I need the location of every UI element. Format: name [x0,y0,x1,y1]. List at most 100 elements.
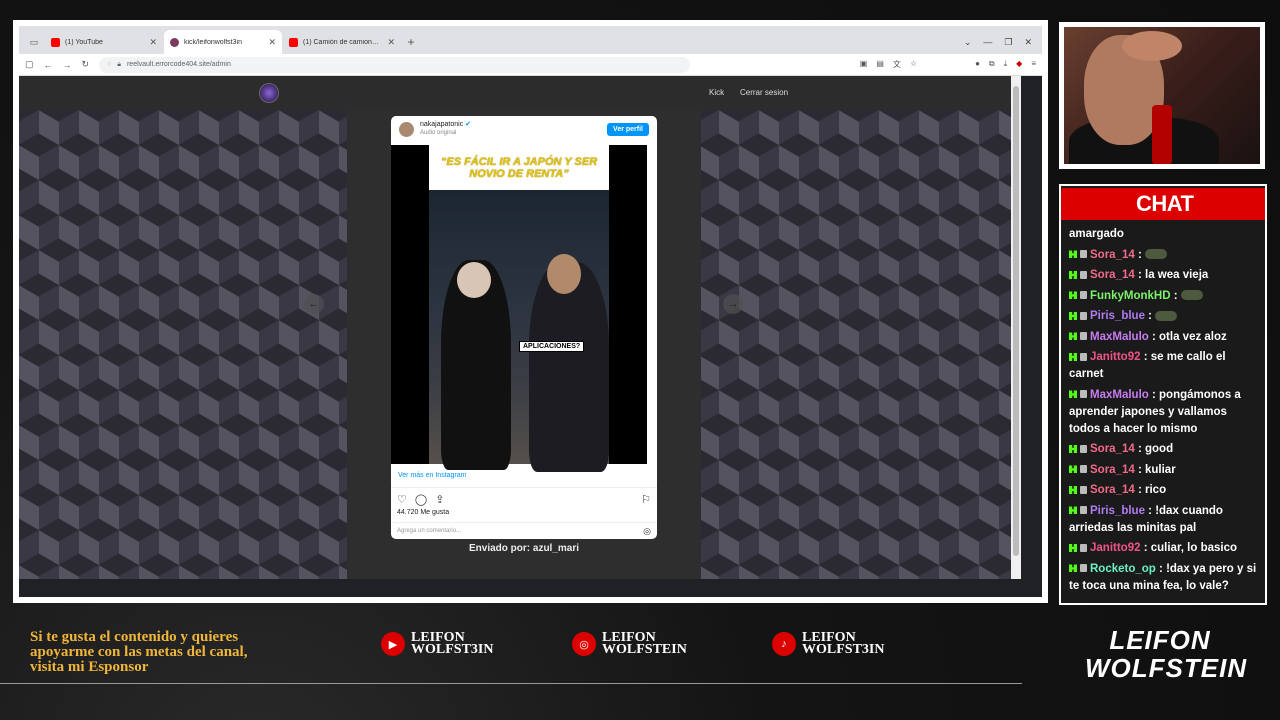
chat-username[interactable]: Janitto92 [1090,351,1141,363]
address-bar[interactable]: ◌ 🔒︎ reelvault.errorcode404.site/admin [99,56,690,73]
person-right-head [547,254,581,294]
social-name: WOLFST3IN [411,642,494,657]
chat-message: MaxMalulo : otla vez aloz [1069,329,1261,346]
chat-text: la wea vieja [1145,269,1209,281]
maximize-icon[interactable]: ❐ [1004,37,1012,48]
view-profile-button[interactable]: Ver perfil [607,122,649,136]
audio-label[interactable]: Audio original [420,129,471,137]
sub-badge-icon [1080,390,1087,399]
chat-username[interactable]: Piris_blue [1090,505,1145,517]
menu-icon[interactable]: ≡ [1031,59,1036,70]
username[interactable]: nakajapatonic [420,121,463,128]
download-icon[interactable]: ⤓ [1004,59,1008,70]
video-caption: “ES FÁCIL IR A JAPÓN Y SER NOVIO DE RENT… [429,145,609,190]
chevron-down-icon[interactable]: ⌄ [964,37,972,48]
social-name: WOLFST3IN [802,642,885,657]
browser-window: ▭ (1) YouTube ✕ kick/leifonwolfst3in ✕ (… [19,26,1042,597]
chat-panel: CHAT amargado Sora_14 : Sora_14 : la wea … [1059,184,1267,605]
instagram-embed: nakajapatonic ✔ Audio original Ver perfi… [391,116,657,539]
sub-badge-icon [1080,311,1087,320]
tab-youtube[interactable]: (1) YouTube ✕ [45,30,163,54]
profile-icon[interactable]: ● [975,59,980,70]
sub-badge-icon [1080,465,1087,474]
promo-line: Si te gusta el contenido y quieres [30,629,239,645]
sidebar-toggle-icon[interactable]: ▢ [25,59,34,70]
next-arrow-icon[interactable]: → [723,294,743,314]
chat-username[interactable]: FunkyMonkHD [1090,290,1171,302]
chat-username[interactable]: Piris_blue [1090,310,1145,322]
chat-username[interactable]: Janitto92 [1090,542,1141,554]
webcam-feed [1064,27,1260,164]
page-scrollbar[interactable] [1011,76,1021,579]
tiktok-icon: ♪ [772,632,796,656]
chat-username[interactable]: Sora_14 [1090,443,1135,455]
screenshot-icon[interactable]: ▤ [876,59,884,70]
minimize-icon[interactable]: — [983,37,992,47]
nav-link-logout[interactable]: Cerrar sesion [740,88,788,97]
sub-badge-icon [1080,506,1087,515]
site-logo[interactable] [259,83,279,103]
cast-icon[interactable]: ▣ [860,59,868,70]
chat-username[interactable]: MaxMalulo [1090,331,1149,343]
bookmark-icon[interactable]: ⚐ [641,493,651,506]
instagram-icon[interactable]: ◎ [643,526,651,537]
kick-badge-icon [1069,390,1077,399]
reel-video[interactable]: “ES FÁCIL IR A JAPÓN Y SER NOVIO DE RENT… [391,145,647,472]
chat-username[interactable]: Sora_14 [1090,464,1135,476]
previous-arrow-icon[interactable]: ← [304,294,324,314]
chat-text: good [1145,443,1174,455]
emote-icon [1145,249,1167,260]
star-icon[interactable]: ☆ [910,59,917,70]
tab-actions-icon[interactable]: ▭ [23,30,45,54]
chat-message: Piris_blue : [1069,308,1261,325]
chat-header: CHAT [1061,188,1265,220]
lock-icon: 🔒︎ [117,60,121,68]
social-name: WOLFSTEIN [602,642,687,657]
forward-icon[interactable]: → [63,60,72,70]
tab-label: kick/leifonwolfst3in [184,38,242,46]
close-tab-icon[interactable]: ✕ [387,37,395,48]
web-page: Kick Cerrar sesion nakajapatonic ✔ Audio… [19,76,1021,579]
close-icon[interactable]: ✕ [1024,37,1032,48]
chat-username[interactable]: Sora_14 [1090,249,1135,261]
share-icon[interactable]: ⇪ [435,493,444,506]
video-subtitle: APLICACIONES? [519,341,585,352]
heart-icon[interactable]: ♡ [397,493,407,506]
back-icon[interactable]: ← [44,60,53,70]
kick-badge-icon [1069,543,1077,552]
instagram-user: nakajapatonic ✔ Audio original [420,121,471,137]
adblock-icon[interactable]: ◆ [1016,59,1022,70]
comment-icon[interactable]: ◯ [415,493,427,506]
chat-message: FunkyMonkHD : [1069,288,1261,305]
new-tab-icon[interactable]: + [402,30,420,54]
chat-messages: amargado Sora_14 : Sora_14 : la wea vieja… [1069,226,1261,598]
chat-message: Sora_14 : rico [1069,482,1261,499]
comment-input[interactable]: Agrega un comentario... ◎ [391,522,657,539]
nav-link-kick[interactable]: Kick [709,88,724,97]
chat-username[interactable]: MaxMalulo [1090,389,1149,401]
extensions-icon[interactable]: ⧉ [989,59,995,70]
close-tab-icon[interactable]: ✕ [268,37,276,48]
chat-message: Sora_14 : kuliar [1069,462,1261,479]
person-right [529,262,609,472]
avatar[interactable] [399,121,414,137]
tab-bar: ▭ (1) YouTube ✕ kick/leifonwolfst3in ✕ (… [19,26,1042,54]
chat-username[interactable]: Rocketo_op [1090,563,1156,575]
youtube-icon: ▶ [381,632,405,656]
reload-icon[interactable]: ↻ [82,59,90,70]
chat-username[interactable]: Sora_14 [1090,269,1135,281]
webcam-frame [1059,22,1265,169]
chat-text: culiar, lo basico [1150,542,1238,554]
tab-kick[interactable]: kick/leifonwolfst3in ✕ [164,30,282,54]
close-tab-icon[interactable]: ✕ [149,37,157,48]
shield-icon: ◌ [107,61,112,68]
view-more-link[interactable]: Ver más en Instagram [391,464,657,488]
sub-badge-icon [1080,291,1087,300]
youtube-favicon-icon [51,37,60,47]
sponsor-promo: Si te gusta el contenido y quieres apoya… [30,630,247,675]
tab-youtube-2[interactable]: (1) Camión de camiones de car ✕ [283,30,401,54]
sub-badge-icon [1080,485,1087,494]
translate-icon[interactable]: 文 [893,59,901,70]
scrollbar-thumb[interactable] [1013,86,1019,556]
chat-username[interactable]: Sora_14 [1090,484,1135,496]
